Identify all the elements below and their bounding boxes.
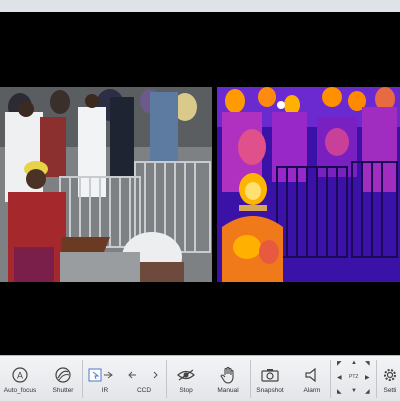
stop-label: Stop (179, 387, 193, 394)
auto-focus-label: Auto_focus (3, 387, 37, 394)
manual-button[interactable]: Manual (212, 356, 244, 401)
toolbar-separator (330, 360, 331, 398)
settings-button[interactable]: Setti (380, 356, 400, 401)
settings-label: Setti (383, 387, 397, 394)
ptz-down-right-arrow[interactable]: ◢ (365, 388, 370, 395)
manual-label: Manual (217, 387, 239, 394)
shutter-button[interactable]: Shutter (48, 356, 78, 401)
ir-icon (88, 366, 122, 384)
visible-scene (0, 87, 212, 282)
gear-icon (382, 366, 398, 384)
ccd-button[interactable]: CCD (124, 356, 164, 401)
toolbar-separator (166, 360, 167, 398)
ir-label: IR (101, 387, 109, 394)
ir-button[interactable]: IR (86, 356, 124, 401)
thermal-camera-feed[interactable] (217, 87, 400, 282)
snapshot-label: Snapshot (256, 387, 284, 394)
toolbar-separator (82, 360, 83, 398)
visible-camera-feed[interactable] (0, 87, 212, 282)
speaker-icon (304, 366, 320, 384)
ptz-left-arrow[interactable]: ◀ (337, 374, 342, 381)
manual-hand-icon (220, 366, 236, 384)
snapshot-button[interactable]: Snapshot (254, 356, 286, 401)
toolbar-separator (250, 360, 251, 398)
camera-icon (261, 366, 279, 384)
ptz-up-right-arrow[interactable]: ◥ (365, 360, 370, 367)
alarm-button[interactable]: Alarm (298, 356, 326, 401)
auto-focus-icon: A (12, 366, 28, 384)
alarm-label: Alarm (303, 387, 321, 394)
ptz-down-arrow[interactable]: ▼ (351, 388, 357, 394)
ptz-label: PTZ (349, 374, 359, 380)
ptz-control-pad: ◤ ▲ ◥ ◀ PTZ ▶ ◣ ▼ ◢ (333, 358, 373, 398)
toolbar-separator (376, 360, 377, 398)
shutter-label: Shutter (52, 387, 74, 394)
thermal-scene (217, 87, 400, 282)
ptz-up-arrow[interactable]: ▲ (351, 360, 357, 366)
top-window-strip (0, 0, 400, 12)
ptz-right-arrow[interactable]: ▶ (365, 374, 370, 381)
ptz-up-left-arrow[interactable]: ◤ (337, 360, 342, 367)
ptz-down-left-arrow[interactable]: ◣ (337, 388, 342, 395)
stop-icon (177, 366, 195, 384)
shutter-icon (55, 366, 71, 384)
stop-button[interactable]: Stop (172, 356, 200, 401)
ccd-label: CCD (136, 387, 152, 394)
auto-focus-button[interactable]: A Auto_focus (4, 356, 36, 401)
svg-text:A: A (17, 371, 23, 381)
ccd-icon (126, 366, 162, 384)
